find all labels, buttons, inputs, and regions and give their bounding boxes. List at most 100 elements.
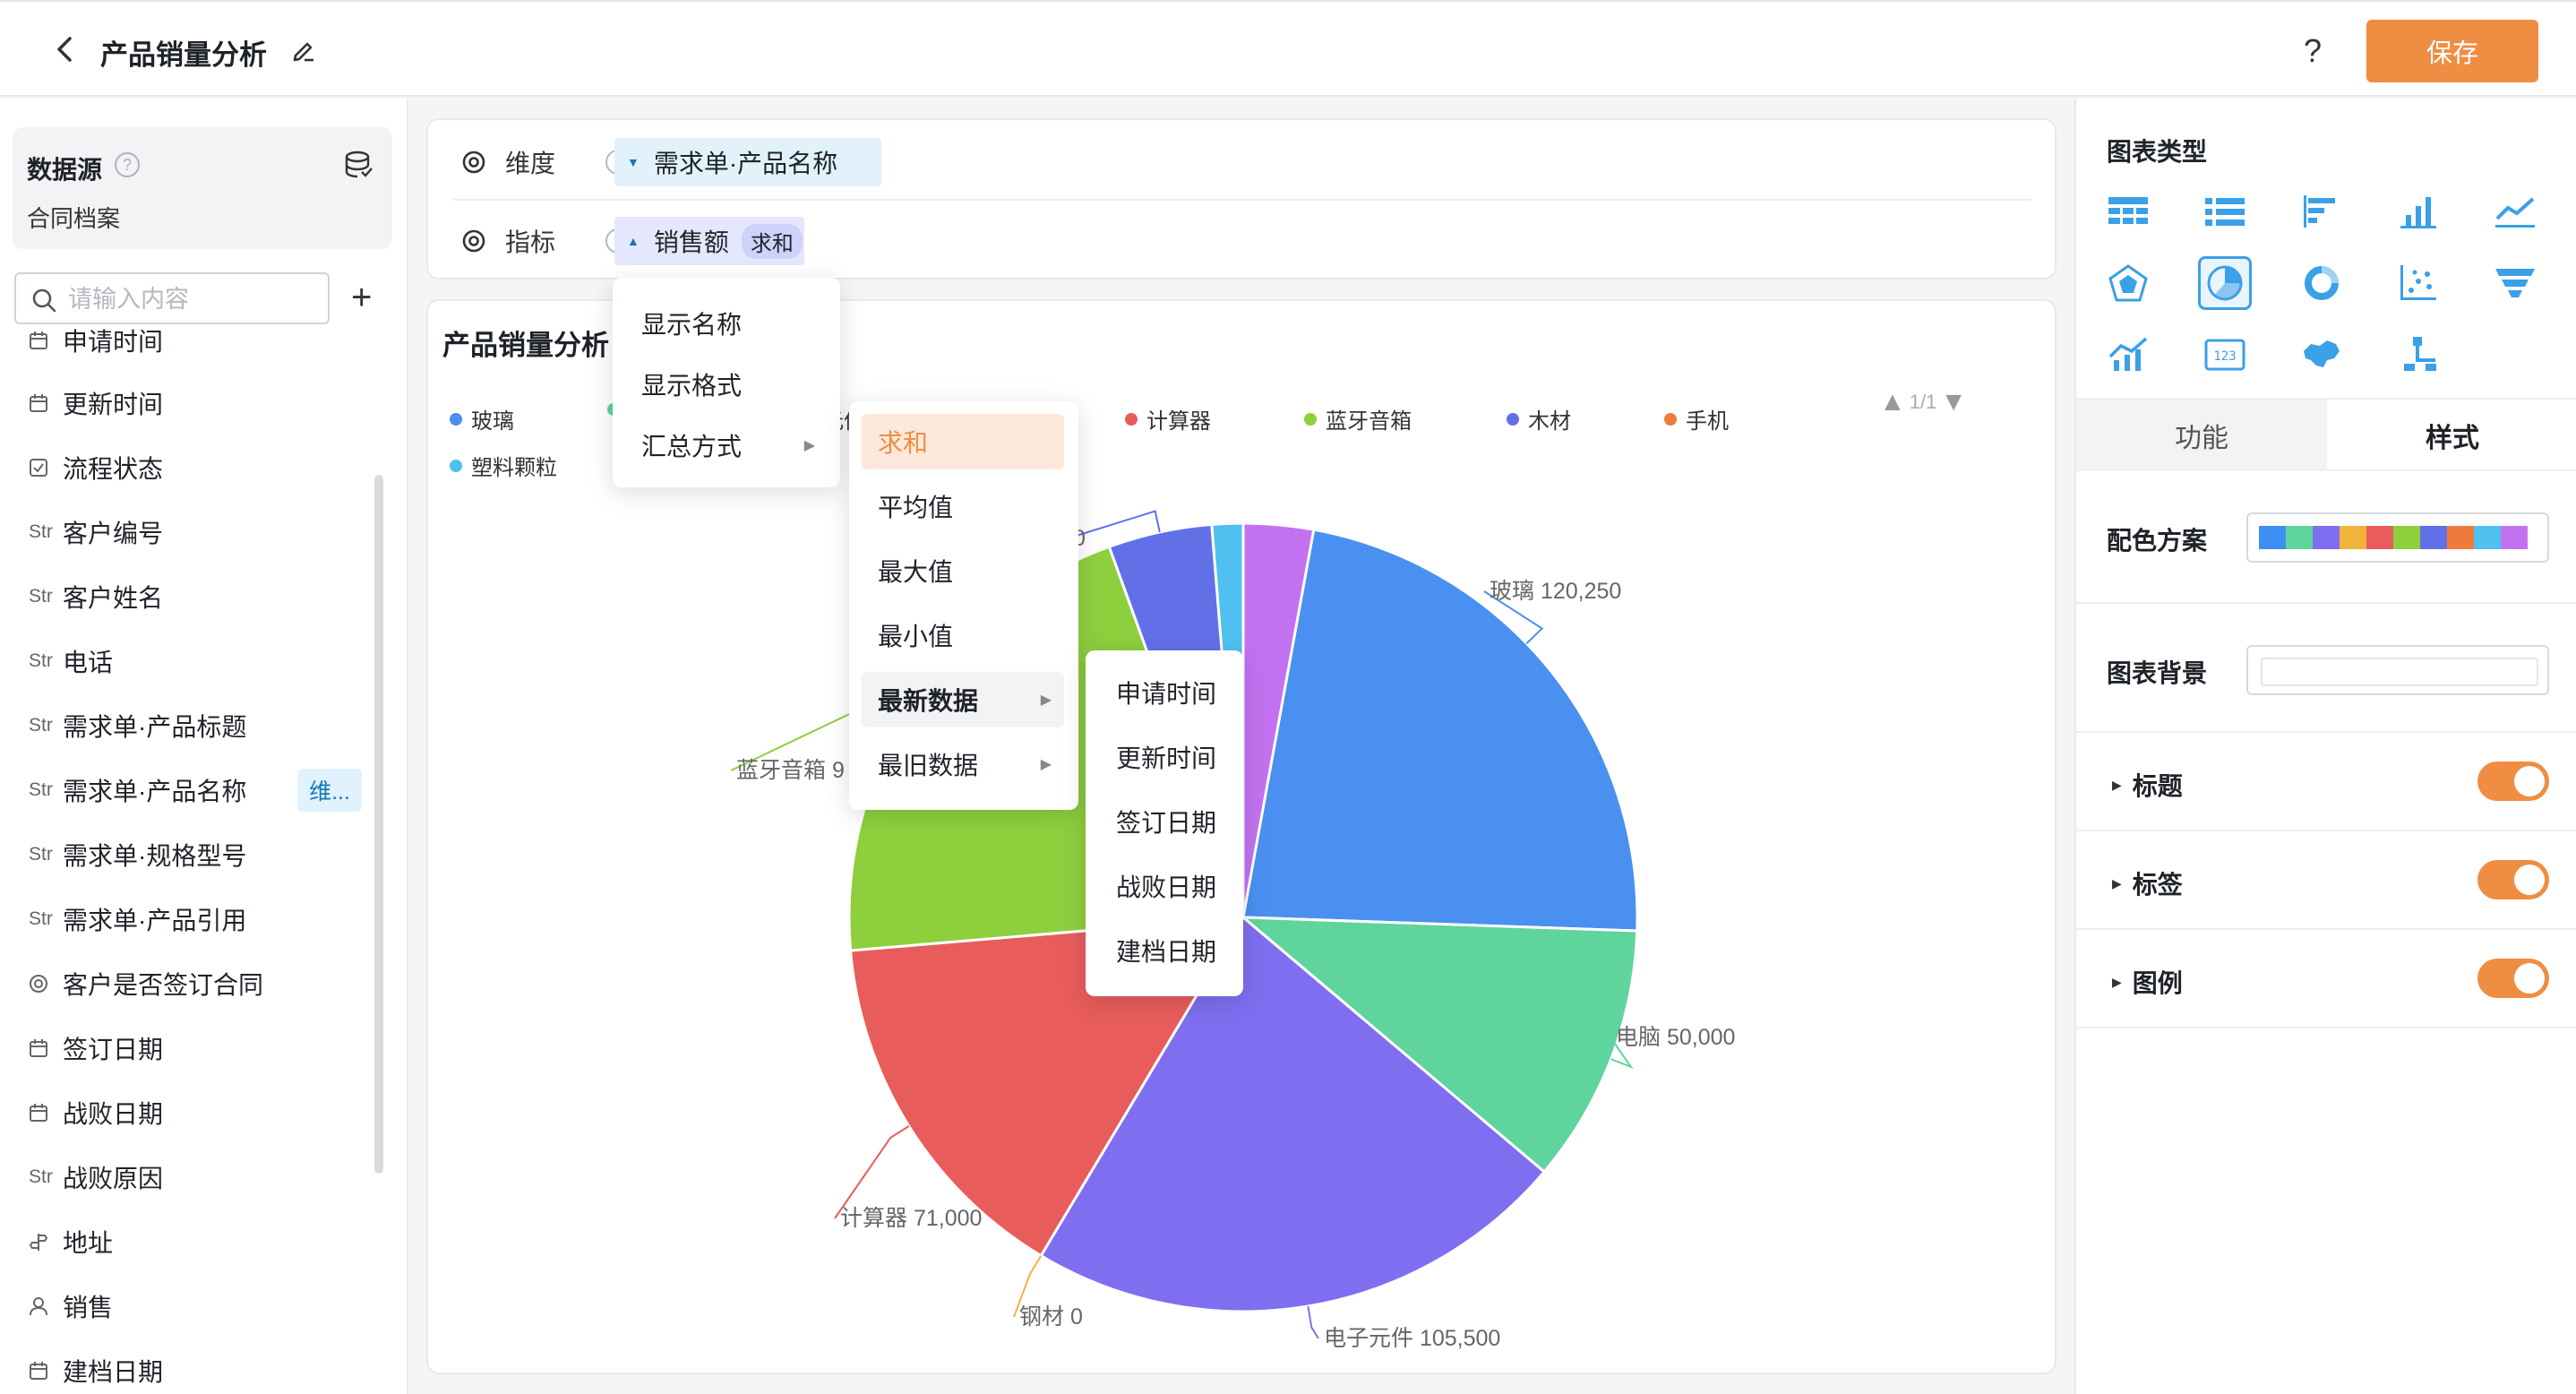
calendar-icon	[29, 1361, 63, 1381]
title-section[interactable]: ▶ 标题	[2112, 767, 2183, 803]
field-item-product-ref[interactable]: Str 需求单·产品引用	[29, 898, 246, 941]
pie-chart-type-icon[interactable]	[2198, 256, 2252, 310]
map-chart-icon[interactable]	[2295, 328, 2348, 382]
menu-item-oldest[interactable]: 最旧数据 ▶	[862, 736, 1064, 792]
color-palette-select[interactable]	[2246, 512, 2549, 563]
aggregation-badge: 求和	[741, 223, 803, 259]
measure-pill[interactable]: ▲ 销售额 求和	[614, 217, 804, 265]
funnel-chart-icon[interactable]	[2488, 256, 2542, 310]
top-bar: 产品销量分析 ? 保存	[0, 0, 2576, 97]
help-icon[interactable]: ?	[2304, 32, 2322, 70]
dimension-pill[interactable]: ▼ 需求单·产品名称	[614, 138, 881, 186]
menu-item-min[interactable]: 最小值	[862, 607, 1064, 663]
number-card-icon[interactable]: 123	[2198, 328, 2252, 382]
title-toggle[interactable]	[2477, 762, 2549, 801]
menu-item-lost-date[interactable]: 战败日期	[1098, 858, 1231, 914]
caret-right-icon: ▶	[2112, 974, 2122, 989]
add-field-plus-icon[interactable]: +	[351, 278, 372, 317]
field-list-scrollbar[interactable]	[374, 475, 383, 1174]
field-item-phone[interactable]: Str 电话	[29, 640, 113, 683]
address-signpost-icon	[29, 1232, 63, 1252]
field-item-sign-date[interactable]: 签订日期	[29, 1027, 163, 1070]
field-item-customer-name[interactable]: Str 客户姓名	[29, 575, 163, 618]
field-label: 需求单·产品标题	[63, 713, 247, 741]
string-type-icon: Str	[29, 715, 53, 736]
save-button[interactable]: 保存	[2366, 20, 2538, 82]
palette-swatch	[2286, 526, 2313, 549]
menu-item-display-format[interactable]: 显示格式	[625, 357, 828, 412]
combo-chart-icon[interactable]	[2101, 328, 2155, 382]
field-item-spec[interactable]: Str 需求单·规格型号	[29, 833, 246, 876]
tab-function[interactable]: 功能	[2076, 400, 2327, 471]
field-item-address[interactable]: 地址	[29, 1220, 113, 1263]
field-item-product-name[interactable]: Str 需求单·产品名称 维...	[29, 769, 362, 812]
donut-chart-icon[interactable]	[2295, 256, 2348, 310]
pie-label-calculator: 计算器 71,000	[840, 1206, 982, 1231]
menu-item-label: 最旧数据	[878, 752, 979, 779]
datasource-title: 数据源	[27, 156, 103, 184]
submenu-arrow-icon: ▶	[1040, 757, 1052, 772]
page-title: 产品销量分析	[100, 39, 267, 71]
measure-label: 指标	[505, 228, 556, 256]
pie-label-glass: 玻璃 120,250	[1490, 579, 1621, 604]
label-toggle[interactable]	[2477, 860, 2549, 899]
menu-item-aggregation[interactable]: 汇总方式 ▶	[625, 417, 828, 473]
radar-chart-icon[interactable]	[2101, 256, 2155, 310]
measure-settings-icon[interactable]	[460, 228, 487, 254]
section-label: 标签	[2132, 871, 2183, 899]
datasource-help-icon[interactable]: ?	[115, 152, 140, 177]
back-arrow-icon[interactable]	[54, 36, 77, 63]
datasource-name: 合同档案	[27, 205, 121, 232]
menu-item-apply-time[interactable]: 申请时间	[1098, 665, 1231, 720]
field-item-update-time[interactable]: 更新时间	[29, 382, 163, 425]
database-switch-icon[interactable]	[342, 149, 374, 181]
legend-section[interactable]: ▶ 图例	[2112, 964, 2183, 1000]
edit-pencil-icon[interactable]	[290, 36, 317, 63]
menu-item-max[interactable]: 最大值	[862, 543, 1064, 598]
submenu-arrow-icon: ▶	[803, 438, 815, 453]
field-item-lost-date[interactable]: 战败日期	[29, 1091, 163, 1134]
measure-options-menu: 显示名称 显示格式 汇总方式 ▶	[613, 278, 840, 487]
scatter-chart-icon[interactable]	[2391, 256, 2445, 310]
field-item-lost-reason[interactable]: Str 战败原因	[29, 1156, 163, 1199]
radio-icon	[29, 974, 63, 994]
menu-item-create-date[interactable]: 建档日期	[1098, 923, 1231, 978]
menu-item-label: 最新数据	[878, 687, 979, 715]
tree-chart-icon[interactable]	[2391, 328, 2445, 382]
checkbox-icon	[29, 458, 63, 478]
field-item-create-date[interactable]: 建档日期	[29, 1349, 163, 1392]
legend-toggle[interactable]	[2477, 959, 2549, 998]
string-type-icon: Str	[29, 521, 53, 542]
field-item-customer-no[interactable]: Str 客户编号	[29, 511, 163, 554]
tab-style[interactable]: 样式	[2327, 400, 2576, 471]
column-chart-icon[interactable]	[2391, 185, 2445, 238]
field-item-apply-time[interactable]: 申请时间	[29, 319, 163, 362]
line-chart-icon[interactable]	[2488, 185, 2542, 238]
calendar-icon	[29, 393, 63, 413]
menu-item-latest[interactable]: 最新数据 ▶	[862, 672, 1064, 727]
menu-item-sum[interactable]: 求和	[862, 414, 1064, 469]
dimension-settings-icon[interactable]	[460, 149, 487, 176]
table-chart-icon[interactable]	[2101, 185, 2155, 238]
label-section[interactable]: ▶ 标签	[2112, 865, 2183, 901]
field-search-box	[14, 272, 330, 324]
field-search-input[interactable]	[68, 283, 319, 315]
menu-item-sign-date[interactable]: 签订日期	[1098, 794, 1231, 849]
horizontal-bar-chart-icon[interactable]	[2295, 185, 2348, 238]
pie-label-steel: 钢材 0	[1019, 1304, 1083, 1329]
field-item-flow-status[interactable]: 流程状态	[29, 446, 163, 489]
datasource-card: 数据源 ? 合同档案	[13, 127, 392, 249]
menu-item-display-name[interactable]: 显示名称	[625, 296, 828, 351]
menu-item-update-time[interactable]: 更新时间	[1098, 729, 1231, 785]
field-item-signed-contract[interactable]: 客户是否签订合同	[29, 962, 263, 1005]
chart-type-title: 图表类型	[2107, 138, 2208, 166]
field-item-product-title[interactable]: Str 需求单·产品标题	[29, 704, 246, 747]
menu-item-average[interactable]: 平均值	[862, 478, 1064, 534]
chart-background-input[interactable]	[2246, 645, 2549, 695]
style-panel: 图表类型 123 功能 样式 配色方案 图表背景 ▶ 标题 ▶ 标签 ▶ 图例	[2074, 99, 2576, 1394]
palette-swatch	[2420, 526, 2447, 549]
palette-swatch	[2340, 526, 2366, 549]
field-label: 战败原因	[63, 1165, 164, 1192]
field-item-sales[interactable]: 销售	[29, 1285, 113, 1328]
list-chart-icon[interactable]	[2198, 185, 2252, 238]
